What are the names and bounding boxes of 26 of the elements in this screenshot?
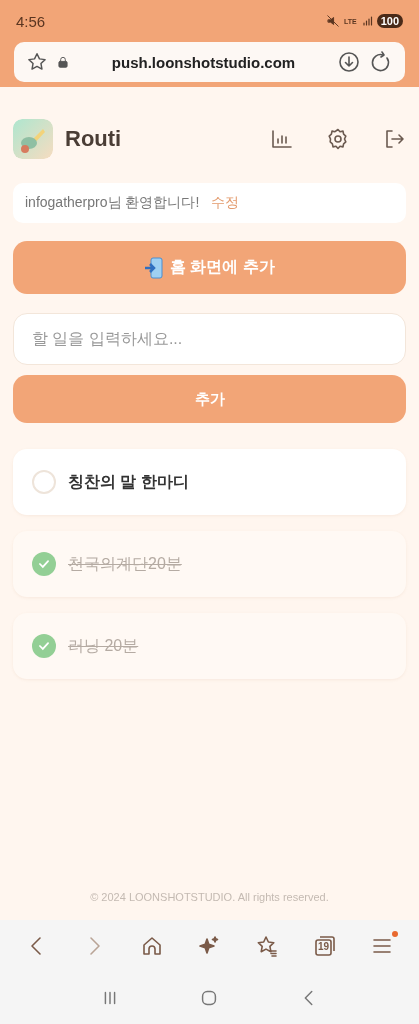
bar-chart-icon[interactable] bbox=[270, 127, 294, 151]
app-title: Routi bbox=[65, 126, 123, 152]
task-checkbox[interactable] bbox=[32, 470, 56, 494]
signal-icon bbox=[360, 15, 373, 27]
app-logo bbox=[13, 119, 53, 159]
add-button[interactable]: 추가 bbox=[13, 375, 406, 423]
task-input-field[interactable]: 할 일을 입력하세요... bbox=[13, 313, 406, 365]
welcome-text: infogatherpro님 환영합니다! bbox=[25, 194, 200, 212]
download-icon[interactable] bbox=[337, 50, 361, 74]
task-checkbox[interactable] bbox=[32, 552, 56, 576]
mute-icon bbox=[325, 14, 340, 28]
task-title: 러닝 20분 bbox=[68, 635, 139, 656]
checkmark-icon bbox=[37, 557, 51, 571]
checkmark-icon bbox=[37, 639, 51, 653]
footer-text: © 2024 LOONSHOTSTUDIO. All rights reserved. bbox=[89, 891, 330, 903]
phone-arrow-icon bbox=[144, 256, 165, 279]
bookmarks-icon[interactable] bbox=[255, 934, 280, 958]
task-title: 천국의계단20분 bbox=[68, 553, 182, 574]
battery-level: 100 bbox=[376, 14, 403, 28]
task-checkbox[interactable] bbox=[32, 634, 56, 658]
star-icon[interactable] bbox=[26, 51, 48, 73]
add-to-home-button[interactable]: 홈 화면에 추가 bbox=[13, 241, 406, 294]
task-title: 칭찬의 말 한마디 bbox=[68, 471, 189, 492]
edit-link[interactable]: 수정 bbox=[211, 194, 240, 212]
lock-icon bbox=[56, 55, 70, 69]
clock-time: 4:56 bbox=[16, 12, 46, 30]
